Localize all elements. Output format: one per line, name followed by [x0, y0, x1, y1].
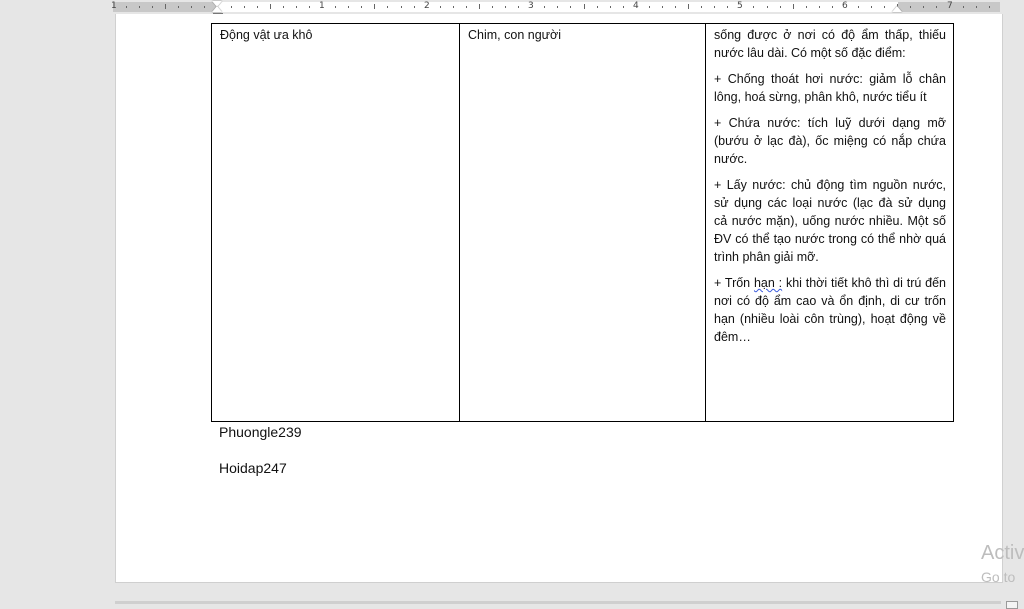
ruler-tick — [623, 6, 624, 8]
ruler-number: 6 — [842, 1, 848, 11]
ruler-tick — [714, 6, 715, 8]
ruler-tick — [793, 4, 794, 9]
ruler-number: 7 — [947, 1, 953, 11]
ruler-tick — [401, 6, 402, 8]
ruler-tick — [806, 6, 807, 8]
cell-paragraph: + Lấy nước: chủ động tìm nguồn nước, sử … — [714, 178, 946, 264]
ruler-tick — [165, 4, 166, 9]
horizontal-scrollbar[interactable] — [115, 601, 1001, 604]
ruler-tick — [832, 6, 833, 8]
ruler-tick — [204, 6, 205, 8]
ruler-tick — [139, 6, 140, 8]
ruler-tick — [348, 6, 349, 8]
ruler-number: 1 — [111, 1, 117, 11]
document-line: Hoidap247 — [219, 460, 287, 476]
ruler-tick — [257, 6, 258, 8]
hanging-indent-marker[interactable] — [212, 6, 222, 12]
horizontal-ruler[interactable]: 1 1 2 3 4 5 6 7 — [0, 0, 1024, 21]
ruler-tick — [557, 6, 558, 8]
ruler-tick — [780, 6, 781, 8]
ruler-tick — [597, 6, 598, 8]
paragraph-text: + Trốn — [714, 276, 754, 290]
activation-watermark-title: Activ — [981, 542, 1024, 564]
ruler-tick — [126, 6, 127, 8]
activation-watermark-subtitle: Go to — [981, 569, 1016, 585]
ruler-tick — [701, 6, 702, 8]
ruler-tick — [753, 6, 754, 8]
view-icon[interactable] — [1006, 601, 1018, 609]
table-row: Động vật ưa khô Chim, con người sống đượ… — [211, 23, 954, 422]
ruler-number: 2 — [424, 1, 430, 11]
cell-paragraph: + Chứa nước: tích luỹ dưới dạng mỡ (bướu… — [714, 116, 946, 166]
table-cell[interactable]: Động vật ưa khô — [211, 23, 460, 422]
ruler-tick — [858, 6, 859, 8]
ruler-number: 4 — [633, 1, 639, 11]
ruler-tick — [152, 6, 153, 8]
ruler-tick — [963, 6, 964, 8]
ruler-tick — [544, 6, 545, 8]
right-indent-marker[interactable] — [892, 6, 902, 12]
ruler-tick — [296, 6, 297, 8]
ruler-number: 3 — [528, 1, 534, 11]
cell-text: Chim, con người — [468, 28, 561, 42]
ruler-tick — [374, 4, 375, 9]
ruler-tick — [414, 6, 415, 8]
ruler-tick — [518, 6, 519, 8]
spelling-error-word[interactable]: hạn : — [754, 276, 782, 290]
ruler-tick — [335, 6, 336, 8]
cell-paragraph: + Chống thoát hơi nước: giảm lỗ chân lôn… — [714, 72, 946, 104]
ruler-tick — [387, 6, 388, 8]
ruler-tick — [610, 6, 611, 8]
table-cell[interactable]: sống được ở nơi có độ ẩm thấp, thiếu nướ… — [705, 23, 954, 422]
ruler-tick — [819, 6, 820, 8]
ruler-tick — [910, 6, 911, 8]
ruler-tick — [453, 6, 454, 8]
ruler-tick — [989, 6, 990, 8]
ruler-tick — [923, 6, 924, 8]
ruler-tick — [936, 6, 937, 8]
ruler-tick — [440, 6, 441, 8]
ruler-tick — [270, 4, 271, 9]
cell-text: Động vật ưa khô — [220, 28, 313, 42]
ruler-tick — [244, 6, 245, 8]
ruler-tick — [688, 4, 689, 9]
ruler-tick — [871, 6, 872, 8]
ruler-tick — [584, 4, 585, 9]
ruler-tick — [492, 6, 493, 8]
document-table[interactable]: Động vật ưa khô Chim, con người sống đượ… — [211, 23, 954, 422]
ruler-tick — [505, 6, 506, 8]
ruler-tick — [570, 6, 571, 8]
ruler-number: 1 — [319, 1, 325, 11]
ruler-tick — [466, 6, 467, 8]
document-page[interactable]: Động vật ưa khô Chim, con người sống đượ… — [115, 14, 1003, 583]
ruler-tick — [649, 6, 650, 8]
ruler-tick — [662, 6, 663, 8]
ruler-tick — [178, 6, 179, 8]
ruler-tick — [309, 6, 310, 8]
ruler-tick — [191, 6, 192, 8]
table-cell[interactable]: Chim, con người — [459, 23, 706, 422]
ruler-tick — [767, 6, 768, 8]
ruler-tick — [976, 6, 977, 8]
ruler-tick — [479, 4, 480, 9]
document-line: Phuongle239 — [219, 424, 302, 440]
ruler-number: 5 — [737, 1, 743, 11]
ruler-tick — [884, 6, 885, 8]
cell-paragraph: + Trốn hạn : khi thời tiết khô thì di tr… — [714, 274, 946, 346]
ruler-tick — [727, 6, 728, 8]
ruler-tick — [283, 6, 284, 8]
cell-paragraph: sống được ở nơi có độ ẩm thấp, thiếu nướ… — [714, 28, 946, 60]
ruler-tick — [675, 6, 676, 8]
ruler-tick — [231, 6, 232, 8]
ruler-tick — [361, 6, 362, 8]
